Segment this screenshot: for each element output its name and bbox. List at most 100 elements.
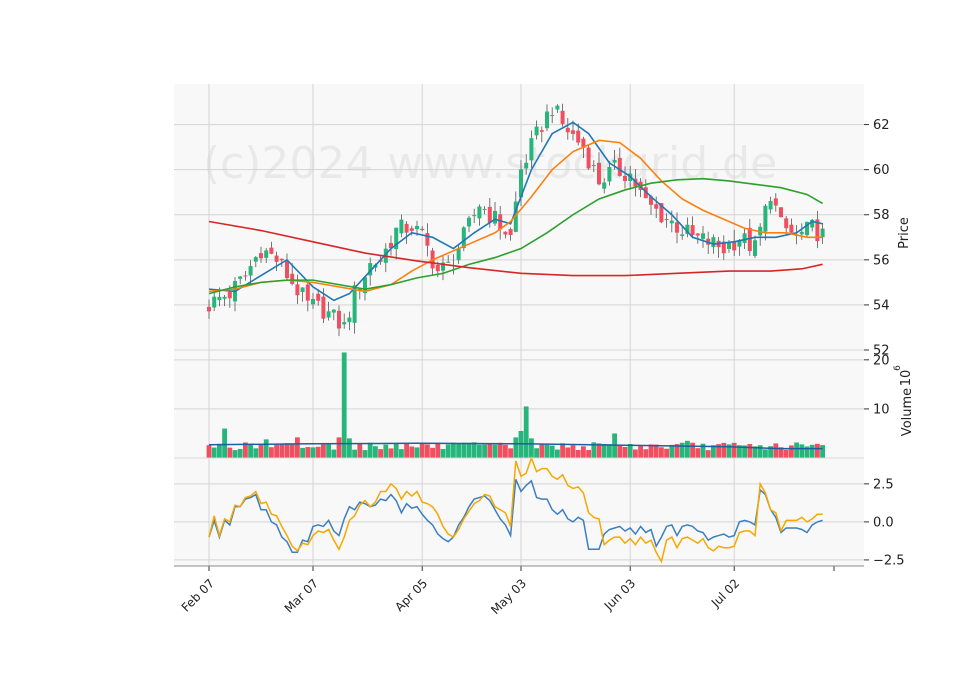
volume-bar bbox=[326, 444, 331, 458]
candle-body bbox=[482, 208, 487, 210]
volume-bar bbox=[622, 446, 628, 458]
volume-bar bbox=[258, 444, 264, 458]
candle-body bbox=[680, 234, 685, 236]
volume-bar bbox=[581, 446, 586, 458]
candle-body bbox=[415, 225, 419, 230]
candle-body bbox=[602, 182, 607, 189]
y-tick-label: 56 bbox=[873, 253, 890, 268]
volume-axis-exponent: 6 bbox=[893, 365, 903, 371]
volume-bar bbox=[331, 449, 337, 458]
candle-body bbox=[435, 264, 440, 272]
volume-bar bbox=[211, 447, 217, 458]
candle-body bbox=[576, 130, 581, 143]
volume-bar bbox=[492, 444, 498, 458]
panel-bg bbox=[174, 458, 864, 566]
candle-body bbox=[539, 130, 544, 132]
volume-bar bbox=[206, 445, 212, 458]
volume-bar bbox=[310, 447, 316, 458]
candle-body bbox=[565, 127, 570, 133]
volume-bar bbox=[269, 447, 274, 458]
candle-body bbox=[508, 229, 513, 235]
volume-bar bbox=[435, 442, 441, 458]
volume-bar bbox=[643, 449, 649, 458]
volume-bar bbox=[690, 442, 695, 458]
candle-body bbox=[285, 260, 289, 279]
candle-body bbox=[425, 233, 430, 246]
candle-body bbox=[742, 233, 747, 243]
volume-bar bbox=[794, 442, 799, 458]
volume-bar bbox=[560, 443, 565, 458]
volume-bar bbox=[607, 444, 612, 458]
volume-bar bbox=[378, 449, 383, 458]
volume-bar bbox=[315, 446, 321, 458]
x-tick-label: Feb 07 bbox=[179, 576, 217, 614]
volume-bar bbox=[549, 445, 555, 458]
volume-bar bbox=[274, 444, 279, 458]
candle-body bbox=[727, 242, 731, 249]
candle-body bbox=[555, 105, 560, 110]
y-tick-label: 60 bbox=[873, 163, 890, 178]
volume-bar bbox=[279, 443, 285, 458]
candle-body bbox=[784, 218, 789, 229]
candle-body bbox=[597, 162, 601, 185]
volume-bar bbox=[357, 443, 363, 458]
candle-body bbox=[534, 126, 539, 136]
volume-bar bbox=[627, 444, 633, 458]
volume-bar bbox=[534, 448, 539, 458]
volume-bar bbox=[237, 448, 243, 458]
volume-bar bbox=[789, 445, 794, 458]
candle-body bbox=[305, 284, 310, 301]
candle-body bbox=[763, 205, 768, 232]
candle-body bbox=[799, 231, 804, 235]
candle-body bbox=[227, 291, 232, 299]
volume-bar bbox=[477, 444, 482, 458]
candle-body bbox=[352, 285, 357, 323]
candle-body bbox=[222, 296, 227, 299]
candle-body bbox=[290, 273, 295, 284]
volume-bar bbox=[575, 449, 581, 458]
volume-bar bbox=[404, 443, 409, 458]
volume-bar bbox=[263, 439, 269, 458]
candle-body bbox=[654, 204, 659, 209]
candle-body bbox=[768, 200, 773, 210]
candle-body bbox=[550, 115, 555, 117]
volume-bar bbox=[284, 443, 290, 458]
candle-body bbox=[472, 215, 477, 217]
volume-bar bbox=[456, 443, 461, 458]
volume-bar bbox=[347, 438, 352, 458]
volume-bar bbox=[362, 450, 368, 458]
y-tick-label: 62 bbox=[873, 118, 890, 133]
price-axis-title: Price bbox=[897, 217, 912, 249]
volume-bar bbox=[305, 447, 311, 458]
candle-body bbox=[701, 233, 705, 239]
volume-bar bbox=[497, 442, 503, 458]
volume-bar bbox=[617, 444, 623, 458]
candle-body bbox=[274, 255, 279, 262]
volume-bar bbox=[222, 428, 227, 458]
volume-bar bbox=[544, 444, 550, 458]
volume-bar bbox=[367, 442, 373, 458]
candle-body bbox=[331, 309, 336, 313]
volume-bar bbox=[565, 447, 571, 458]
candle-body bbox=[789, 224, 794, 233]
x-tick-label: Jul 02 bbox=[708, 576, 742, 610]
volume-bar bbox=[731, 442, 737, 458]
candle-body bbox=[295, 284, 300, 296]
volume-bar bbox=[529, 438, 534, 458]
candle-body bbox=[493, 210, 497, 224]
volume-bar bbox=[383, 444, 389, 458]
candle-body bbox=[779, 207, 783, 218]
volume-bar bbox=[466, 442, 472, 458]
volume-bar bbox=[393, 443, 399, 458]
candle-body bbox=[591, 165, 596, 167]
candle-body bbox=[820, 228, 825, 238]
volume-bar bbox=[445, 444, 451, 458]
candle-body bbox=[243, 275, 248, 277]
volume-bar bbox=[482, 444, 487, 458]
volume-bar bbox=[669, 444, 675, 458]
y-tick-label: 54 bbox=[873, 298, 890, 313]
x-tick-label: Apr 05 bbox=[392, 576, 430, 614]
candle-body bbox=[664, 219, 669, 221]
y-tick-label: 20 bbox=[873, 353, 890, 368]
y-tick-label: 0.0 bbox=[873, 515, 894, 530]
